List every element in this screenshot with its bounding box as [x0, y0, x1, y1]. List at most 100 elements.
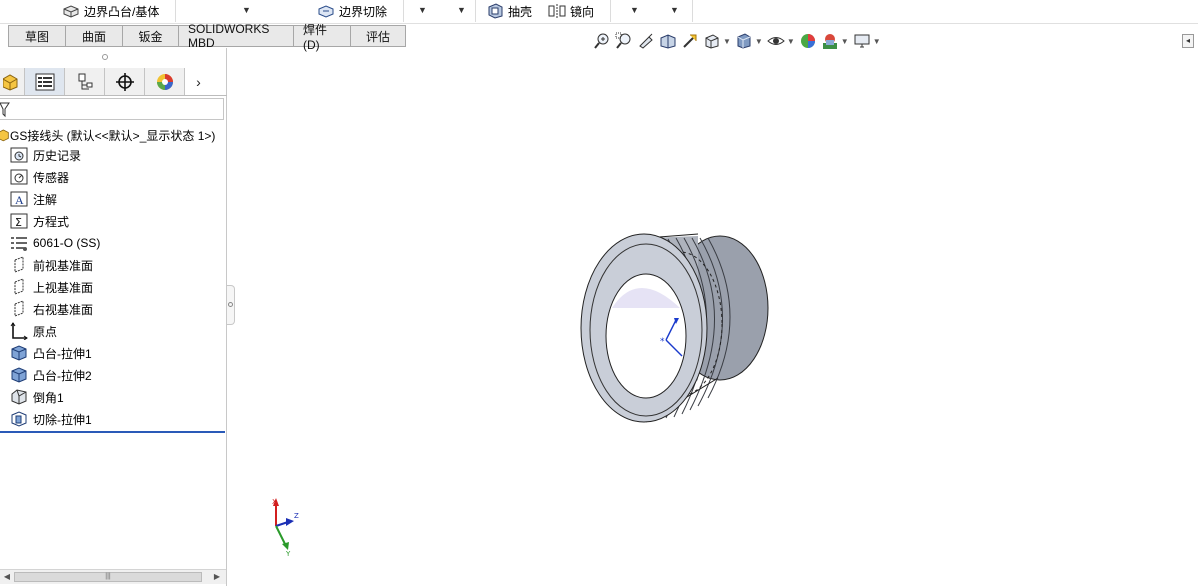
boss-extrude-icon	[10, 366, 28, 384]
boss-extrude-icon	[10, 344, 28, 362]
tree-item-front-plane[interactable]: 前视基准面	[10, 255, 93, 275]
tree-item-label: 传感器	[33, 170, 70, 185]
scroll-right-icon[interactable]: ▶	[210, 571, 224, 583]
svg-text:Σ: Σ	[15, 216, 22, 229]
tree-item-boss-extrude-2[interactable]: 凸台-拉伸2	[10, 365, 92, 385]
tab-sheet-metal[interactable]: 钣金	[123, 25, 179, 47]
shell-button[interactable]: 抽壳	[486, 0, 532, 22]
panel-tabs: ›	[0, 68, 227, 96]
tab-evaluate[interactable]: 评估	[351, 25, 406, 47]
chevron-down-icon[interactable]: ▼	[242, 5, 251, 15]
triad-z-label: Z	[294, 512, 299, 520]
part-icon	[3, 73, 18, 91]
feature-manager-panel: › GS接线头 (默认<<默认>_显示状态 1>) 历史记录 传感器 A 注解 …	[0, 48, 227, 586]
tree-item-label: 凸台-拉伸1	[33, 346, 92, 361]
tab-dimxpert-manager[interactable]	[105, 68, 145, 95]
history-icon	[10, 146, 28, 164]
horizontal-scrollbar[interactable]: ◀ ||| ▶	[0, 569, 226, 584]
tree-item-history[interactable]: 历史记录	[10, 145, 81, 165]
tree-item-label: 历史记录	[33, 148, 82, 163]
toolbar-separator	[692, 0, 693, 22]
plane-icon	[10, 256, 28, 274]
tree-item-origin[interactable]: 原点	[10, 321, 57, 341]
triad-x-label: X	[272, 498, 277, 506]
chevron-down-icon[interactable]: ▼	[630, 5, 639, 15]
chamfer-icon	[10, 388, 28, 406]
sensor-icon	[10, 168, 28, 186]
panel-grip[interactable]	[102, 54, 108, 60]
part-model[interactable]: *	[578, 228, 778, 431]
chevron-down-icon[interactable]: ▼	[418, 5, 427, 15]
tree-item-label: 前视基准面	[33, 258, 94, 273]
tree-item-material[interactable]: 6061-O (SS)	[10, 233, 100, 253]
tab-feature-manager[interactable]	[0, 68, 25, 95]
tree-item-label: 6061-O (SS)	[33, 236, 101, 250]
tree-item-label: 倒角1	[33, 390, 64, 405]
tab-weldments[interactable]: 焊件(D)	[294, 23, 351, 52]
tree-item-right-plane[interactable]: 右视基准面	[10, 299, 93, 319]
property-manager-icon	[35, 73, 54, 90]
toolbar-separator	[610, 0, 611, 22]
graphics-area[interactable]: * X Z Y	[228, 48, 1198, 586]
configuration-manager-icon	[78, 73, 92, 89]
chevron-down-icon[interactable]: ▼	[723, 37, 731, 46]
tree-item-label: 右视基准面	[33, 302, 94, 317]
part-icon	[0, 127, 10, 143]
svg-text:*: *	[660, 337, 665, 347]
tree-item-annotations[interactable]: A 注解	[10, 189, 57, 209]
scroll-thumb[interactable]: |||	[14, 572, 202, 582]
tab-surface[interactable]: 曲面	[66, 25, 123, 47]
mirror-label: 镜向	[570, 4, 595, 19]
tab-configuration-manager[interactable]	[65, 68, 105, 95]
chevron-down-icon[interactable]: ▼	[873, 37, 881, 46]
tab-display-manager[interactable]	[145, 68, 185, 95]
plane-icon	[10, 300, 28, 318]
tab-property-manager[interactable]	[25, 68, 65, 95]
tab-sketch[interactable]: 草图	[8, 25, 66, 47]
tab-solidworks-mbd[interactable]: SOLIDWORKS MBD	[179, 22, 294, 50]
tree-root[interactable]: GS接线头 (默认<<默认>_显示状态 1>)	[0, 126, 215, 144]
mirror-button[interactable]: 镜向	[548, 0, 594, 22]
boundary-cut-icon	[317, 3, 335, 19]
chevron-down-icon[interactable]: ▼	[841, 37, 849, 46]
boundary-boss-label: 边界凸台/基体	[84, 4, 160, 19]
shell-label: 抽壳	[508, 4, 533, 19]
origin-icon	[10, 322, 28, 340]
reference-triad: X Z Y	[264, 496, 300, 561]
chevron-down-icon[interactable]: ▼	[787, 37, 795, 46]
boundary-boss-button[interactable]: 边界凸台/基体	[62, 0, 159, 22]
rollback-bar[interactable]	[0, 431, 225, 433]
tree-item-cut-extrude-1[interactable]: 切除-拉伸1	[10, 409, 92, 429]
tree-item-top-plane[interactable]: 上视基准面	[10, 277, 93, 297]
tree-item-label: 注解	[33, 192, 58, 207]
chevron-down-icon[interactable]: ▼	[670, 5, 679, 15]
chevron-right-icon[interactable]: ›	[185, 68, 212, 95]
collapse-task-pane-button[interactable]: ◂	[1182, 34, 1194, 48]
plane-icon	[10, 278, 28, 296]
display-manager-icon	[156, 73, 173, 90]
tree-item-sensors[interactable]: 传感器	[10, 167, 69, 187]
tree-item-chamfer-1[interactable]: 倒角1	[10, 387, 64, 407]
tree-filter[interactable]	[0, 98, 224, 120]
boundary-cut-button[interactable]: 边界切除	[317, 0, 387, 22]
toolbar-separator	[175, 0, 176, 22]
command-manager-row: 边界凸台/基体 ▼ 边界切除 ▼ ▼ 抽壳 镜向 ▼ ▼	[0, 0, 1198, 24]
tree-root-label: GS接线头 (默认<<默认>_显示状态 1>)	[10, 128, 216, 143]
tree-item-label: 方程式	[33, 214, 70, 229]
tree-item-boss-extrude-1[interactable]: 凸台-拉伸1	[10, 343, 92, 363]
chevron-down-icon[interactable]: ▼	[457, 5, 466, 15]
filter-icon[interactable]	[0, 102, 10, 121]
tree-item-label: 原点	[33, 324, 58, 339]
tree-item-label: 切除-拉伸1	[33, 412, 92, 427]
command-tabs: 草图 曲面 钣金 SOLIDWORKS MBD 焊件(D) 评估	[8, 22, 406, 52]
cut-extrude-icon	[10, 410, 28, 428]
toolbar-separator	[403, 0, 404, 22]
mirror-icon	[548, 3, 566, 19]
chevron-down-icon[interactable]: ▼	[755, 37, 763, 46]
tree-item-label: 上视基准面	[33, 280, 94, 295]
boundary-cut-label: 边界切除	[339, 4, 388, 19]
material-icon	[10, 234, 28, 252]
annotation-icon: A	[10, 190, 28, 208]
scroll-left-icon[interactable]: ◀	[0, 571, 14, 583]
tree-item-equations[interactable]: Σ 方程式	[10, 211, 69, 231]
